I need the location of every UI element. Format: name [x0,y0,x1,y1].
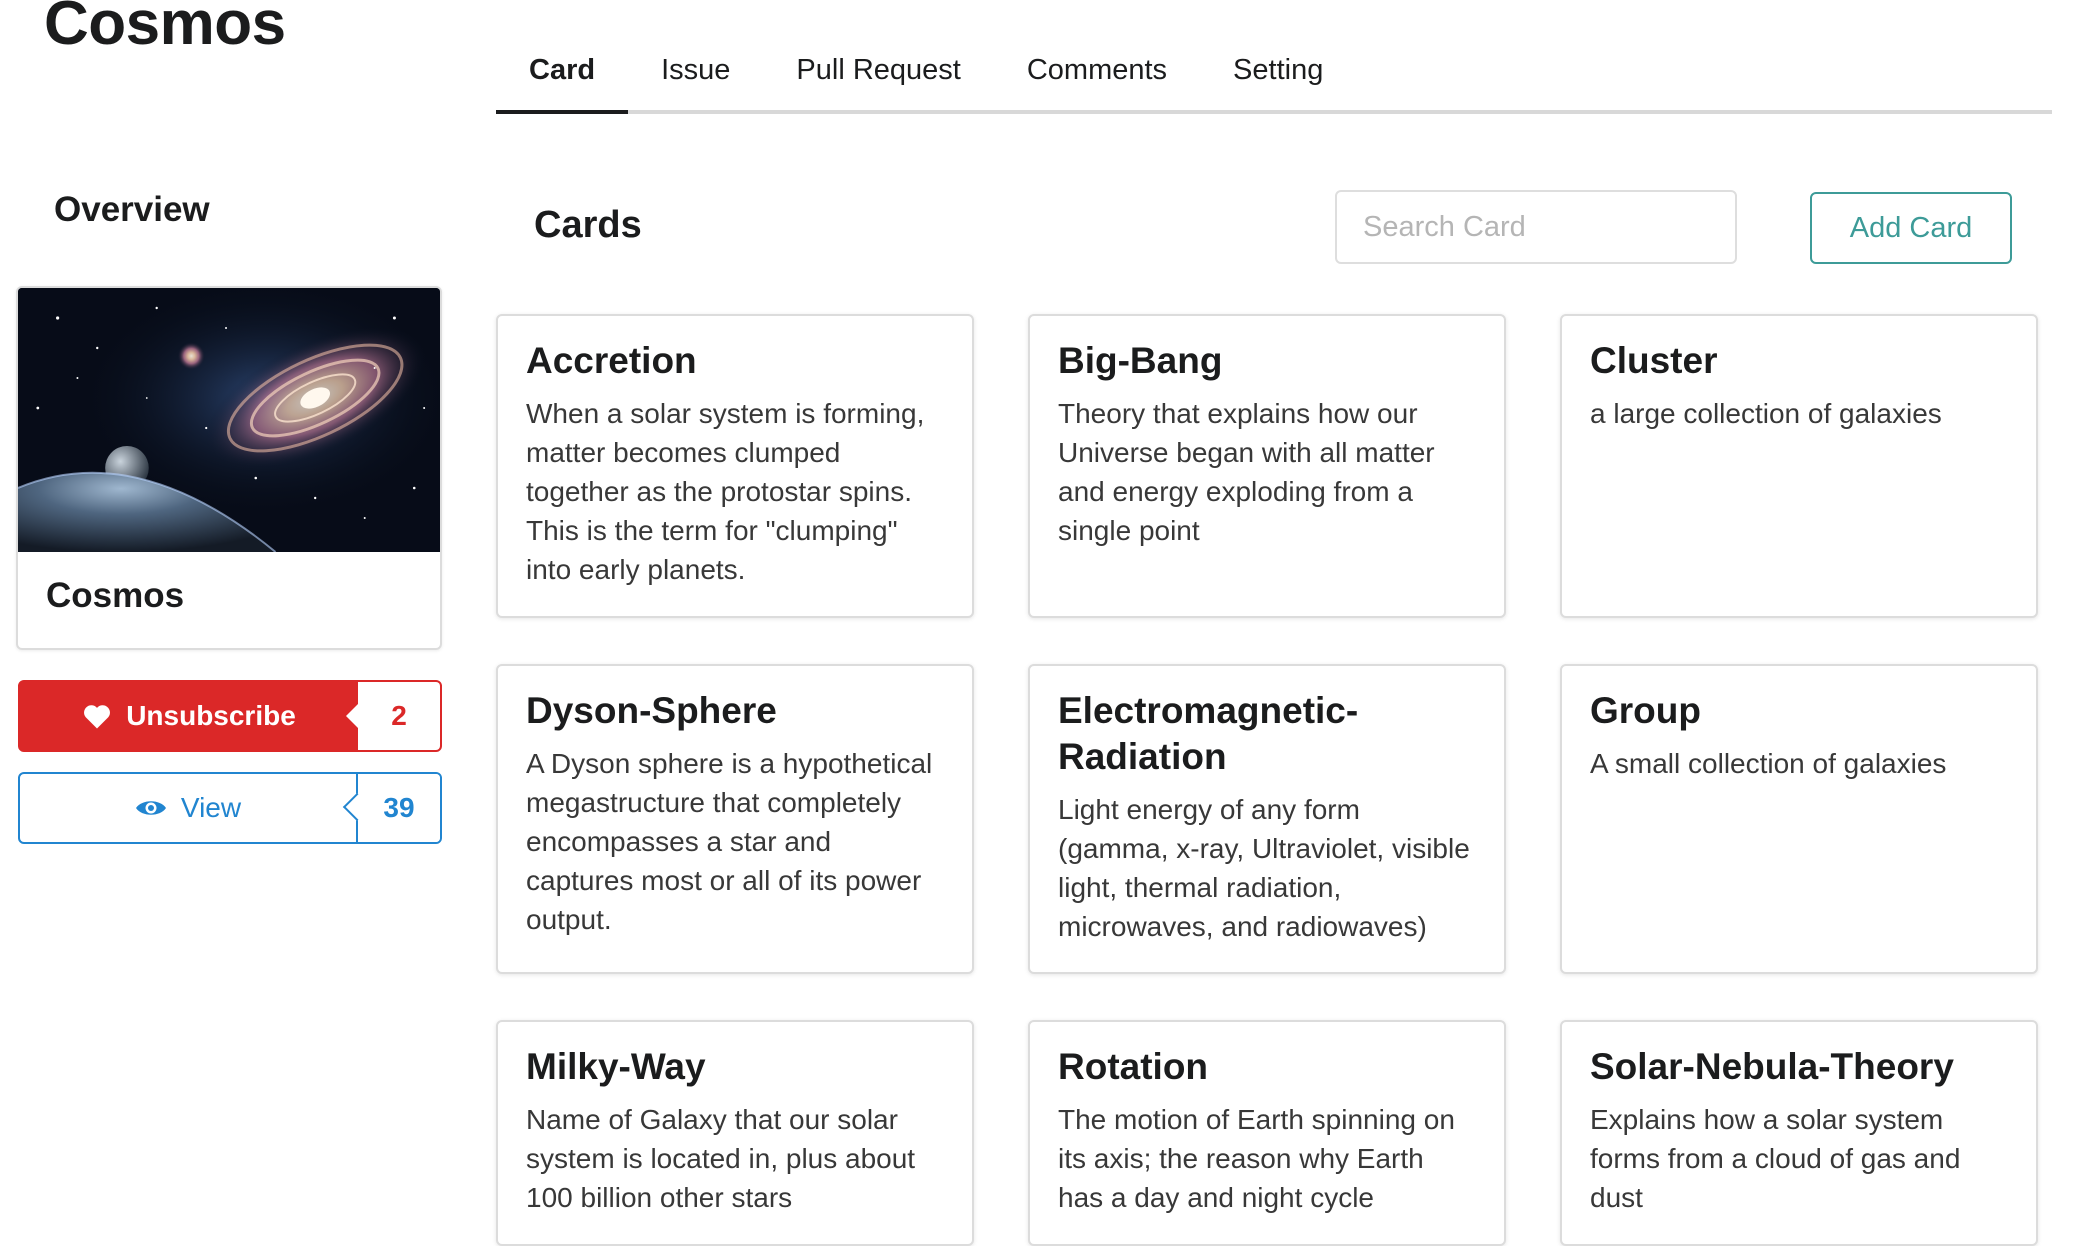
card-title: Solar-Nebula-Theory [1590,1046,1954,1087]
tab-pull-request[interactable]: Pull Request [763,38,993,110]
app-title: Cosmos [44,0,286,58]
search-input[interactable] [1337,192,1766,262]
profile-card[interactable]: Cosmos [16,286,442,650]
card-title: Milky-Way [526,1046,706,1087]
card-title: Cluster [1590,340,1718,381]
tab-comments[interactable]: Comments [994,38,1200,110]
card-description: Name of Galaxy that our solar system is … [526,1104,916,1213]
card-description: A Dyson sphere is a hypothetical megastr… [526,748,933,935]
card-electromagnetic-radiation[interactable]: Electromagnetic-Radiation Light energy o… [1028,664,1506,974]
tab-card[interactable]: Card [496,38,629,114]
subscriber-count: 2 [346,682,440,750]
heart-icon [84,705,111,729]
search-box[interactable] [1335,190,1766,264]
eye-icon [135,801,166,815]
card-rotation[interactable]: Rotation The motion of Earth spinning on… [1028,1020,1506,1246]
galaxy-image [18,288,440,552]
card-description: Light energy of any form (gamma, x-ray, … [1058,794,1470,942]
card-description: The motion of Earth spinning on its axis… [1058,1104,1455,1213]
tab-issue[interactable]: Issue [628,38,763,110]
card-title: Electromagnetic-Radiation [1058,690,1359,777]
card-title: Dyson-Sphere [526,690,777,731]
unsubscribe-label: Unsubscribe [126,700,296,731]
card-group[interactable]: Group A small collection of galaxies [1560,664,2038,974]
view-count: 39 [356,774,440,842]
view-button[interactable]: View 39 [18,772,442,844]
view-button-main[interactable]: View [20,774,356,842]
card-description: Theory that explains how our Universe be… [1058,398,1435,546]
tab-setting[interactable]: Setting [1200,38,1356,110]
card-title: Group [1590,690,1701,731]
unsubscribe-button[interactable]: Unsubscribe 2 [18,680,442,752]
add-card-button[interactable]: Add Card [1810,192,2012,264]
card-solar-nebula-theory[interactable]: Solar-Nebula-Theory Explains how a solar… [1560,1020,2038,1246]
overview-heading: Overview [54,190,210,229]
card-accretion[interactable]: Accretion When a solar system is forming… [496,314,974,618]
card-description: a large collection of galaxies [1590,398,1942,429]
card-description: When a solar system is forming, matter b… [526,398,925,585]
cards-heading: Cards [534,204,642,246]
card-dyson-sphere[interactable]: Dyson-Sphere A Dyson sphere is a hypothe… [496,664,974,974]
view-label: View [180,792,242,823]
card-description: A small collection of galaxies [1590,748,1947,779]
unsubscribe-button-main[interactable]: Unsubscribe [20,682,358,750]
card-title: Rotation [1058,1046,1209,1087]
page: Cosmos Card Issue Pull Request Comments … [0,0,2076,1246]
card-title: Big-Bang [1058,340,1223,381]
profile-name: Cosmos [46,576,185,615]
card-big-bang[interactable]: Big-Bang Theory that explains how our Un… [1028,314,1506,618]
card-title: Accretion [526,340,697,381]
card-description: Explains how a solar system forms from a… [1590,1104,1961,1213]
tab-bar: Card Issue Pull Request Comments Setting [496,38,2052,114]
card-cluster[interactable]: Cluster a large collection of galaxies [1560,314,2038,618]
card-milky-way[interactable]: Milky-Way Name of Galaxy that our solar … [496,1020,974,1246]
